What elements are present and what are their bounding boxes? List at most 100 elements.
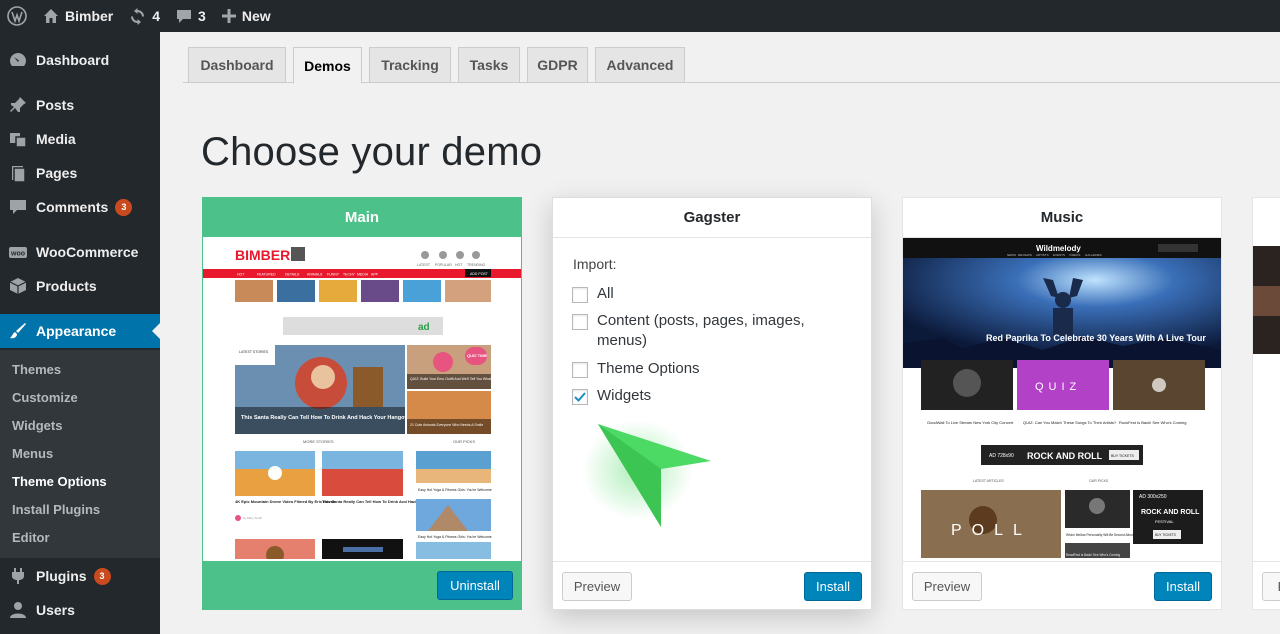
demo-card-footer: Preview Install — [553, 561, 871, 609]
svg-text:Wildmelody: Wildmelody — [1036, 244, 1081, 253]
tab-dashboard[interactable]: Dashboard — [188, 47, 286, 83]
tab-tracking[interactable]: Tracking — [369, 47, 451, 83]
sidebar-item-label: WooCommerce — [36, 244, 139, 260]
preview-button[interactable]: P — [1262, 572, 1280, 601]
svg-text:BUY TICKETS: BUY TICKETS — [1155, 533, 1176, 537]
brush-icon — [10, 323, 26, 339]
wordpress-logo[interactable] — [0, 0, 35, 32]
svg-text:FUNNY: FUNNY — [327, 273, 340, 277]
svg-text:FESTIVAL: FESTIVAL — [1155, 519, 1174, 524]
svg-text:AD 300x250: AD 300x250 — [1139, 494, 1167, 500]
import-theme-options-label[interactable]: Theme Options — [597, 359, 837, 379]
install-button[interactable]: Install — [1154, 572, 1212, 601]
sidebar-item-posts[interactable]: Posts — [0, 88, 160, 122]
svg-text:QUIZ: Build Your Emo Outfit An: QUIZ: Build Your Emo Outfit And We'll Te… — [410, 377, 504, 381]
svg-text:QUIZ TIME: QUIZ TIME — [467, 353, 488, 358]
submenu-item-customize[interactable]: Customize — [12, 390, 78, 405]
svg-text:ADD POST: ADD POST — [470, 272, 489, 276]
sidebar-item-label: Users — [36, 602, 75, 618]
svg-text:ROCK AND ROLL: ROCK AND ROLL — [1027, 451, 1103, 461]
import-widgets-label[interactable]: Widgets — [597, 386, 837, 406]
preview-button[interactable]: Preview — [562, 572, 632, 601]
preview-button[interactable]: Preview — [912, 572, 982, 601]
import-theme-options-checkbox[interactable] — [572, 362, 588, 378]
new-content-link[interactable]: New — [214, 0, 279, 32]
submenu-item-install-plugins[interactable]: Install Plugins — [12, 502, 100, 517]
tab-tasks[interactable]: Tasks — [458, 47, 520, 83]
page-title: Choose your demo — [201, 130, 543, 174]
main-demo-screenshot: BIMBER LATEST POPULAR HOT TRENDING ADD P… — [203, 237, 521, 559]
svg-text:Easy Hot Yoga & Fitness Girls:: Easy Hot Yoga & Fitness Girls: You're We… — [418, 535, 492, 539]
svg-text:OUR PICKS: OUR PICKS — [1089, 479, 1109, 483]
plug-icon — [12, 568, 24, 584]
box-icon — [9, 278, 27, 294]
sidebar-item-dashboard[interactable]: Dashboard — [0, 43, 160, 77]
submenu-item-theme-options[interactable]: Theme Options — [12, 474, 107, 489]
comment-icon — [10, 200, 26, 214]
demo-card-music: Music Wildmelody NEWS REVIEWS ARTISTS EV… — [902, 197, 1222, 610]
svg-text:NEWS: NEWS — [1007, 253, 1016, 257]
svg-text:LATEST STORIES: LATEST STORIES — [239, 350, 269, 354]
updates-link[interactable]: 4 — [121, 0, 168, 32]
install-button[interactable]: Install — [804, 572, 862, 601]
submenu-item-themes[interactable]: Themes — [12, 362, 61, 377]
sidebar-item-products[interactable]: Products — [0, 269, 160, 303]
comments-link[interactable]: 3 — [168, 0, 214, 32]
demo-card-footer: P — [1253, 561, 1280, 609]
svg-text:by Mary Smith: by Mary Smith — [243, 516, 263, 520]
sidebar-item-appearance[interactable]: Appearance — [0, 314, 160, 348]
submenu-item-menus[interactable]: Menus — [12, 446, 53, 461]
settings-tabs: Dashboard Demos Tracking Tasks GDPR Adva… — [183, 47, 1280, 84]
demo-card-main: Main BIMBER LATEST POPULAR HOT TRENDING … — [202, 197, 522, 610]
tab-advanced[interactable]: Advanced — [595, 47, 685, 83]
sidebar-item-users[interactable]: Users — [0, 593, 160, 627]
svg-text:21 Cute Animals Everyone Who N: 21 Cute Animals Everyone Who Needs A Smi… — [410, 423, 483, 427]
svg-text:ROCK AND ROLL: ROCK AND ROLL — [1141, 509, 1200, 516]
appearance-submenu: Themes Customize Widgets Menus Theme Opt… — [0, 350, 160, 558]
svg-text:This Santa Really Can Tell How: This Santa Really Can Tell How To Drink … — [241, 415, 414, 421]
svg-text:REVIEWS: REVIEWS — [1018, 253, 1032, 257]
svg-text:MORE STORIES: MORE STORIES — [303, 439, 334, 444]
import-content-label[interactable]: Content (posts, pages, images, menus) — [597, 311, 837, 351]
checkmark-icon — [574, 392, 586, 402]
sidebar-item-media[interactable]: Media — [0, 122, 160, 156]
comment-icon — [177, 10, 192, 23]
svg-text:Easy Hot Yoga & Fitness Girls:: Easy Hot Yoga & Fitness Girls: You're We… — [418, 488, 492, 492]
demo-card-gagster: Gagster Import: All Content (posts, page… — [552, 197, 872, 610]
svg-text:ANIMALS: ANIMALS — [307, 273, 323, 277]
svg-text:POLL: POLL — [951, 522, 1032, 539]
svg-text:HOT: HOT — [237, 273, 245, 277]
svg-text:MEDIA: MEDIA — [357, 273, 369, 277]
admin-bar: Bimber 4 3 New — [0, 0, 1280, 32]
sidebar-item-comments[interactable]: Comments 3 — [0, 190, 160, 224]
import-widgets-checkbox[interactable] — [572, 389, 588, 405]
pages-icon — [12, 166, 26, 182]
submenu-item-editor[interactable]: Editor — [12, 530, 50, 545]
demo-thumbnail-main[interactable]: BIMBER LATEST POPULAR HOT TRENDING ADD P… — [203, 237, 521, 559]
import-content-checkbox[interactable] — [572, 314, 588, 330]
svg-text:AD 728x90: AD 728x90 — [989, 453, 1014, 459]
import-all-label[interactable]: All — [597, 284, 837, 304]
sidebar-item-label: Posts — [36, 97, 75, 113]
svg-text:TECHY: TECHY — [343, 273, 356, 277]
sidebar-item-woocommerce[interactable]: woo WooCommerce — [0, 235, 160, 269]
tab-demos[interactable]: Demos — [293, 47, 362, 84]
svg-text:GALLERIES: GALLERIES — [1085, 253, 1102, 257]
submenu-item-widgets[interactable]: Widgets — [12, 418, 62, 433]
import-all-checkbox[interactable] — [572, 287, 588, 303]
tab-gdpr[interactable]: GDPR — [527, 47, 588, 83]
demo-card-title: Gagster — [553, 198, 871, 238]
site-name-link[interactable]: Bimber — [35, 0, 121, 32]
uninstall-button[interactable]: Uninstall — [437, 571, 513, 600]
updates-count: 4 — [152, 8, 161, 24]
import-label: Import: — [573, 256, 617, 272]
demo-thumbnail-music[interactable]: Wildmelody NEWS REVIEWS ARTISTS EVENTS V… — [903, 238, 1221, 558]
svg-text:LATEST ARTICLES: LATEST ARTICLES — [973, 479, 1004, 483]
updates-icon — [131, 7, 145, 25]
demo-card-partial: P — [1252, 197, 1280, 610]
sidebar-item-pages[interactable]: Pages — [0, 156, 160, 190]
svg-text:BIMBER: BIMBER — [235, 247, 290, 263]
demo-thumbnail-partial[interactable] — [1253, 246, 1280, 354]
sidebar-item-plugins[interactable]: Plugins 3 — [0, 559, 160, 593]
sidebar-item-label: Plugins — [36, 568, 87, 584]
